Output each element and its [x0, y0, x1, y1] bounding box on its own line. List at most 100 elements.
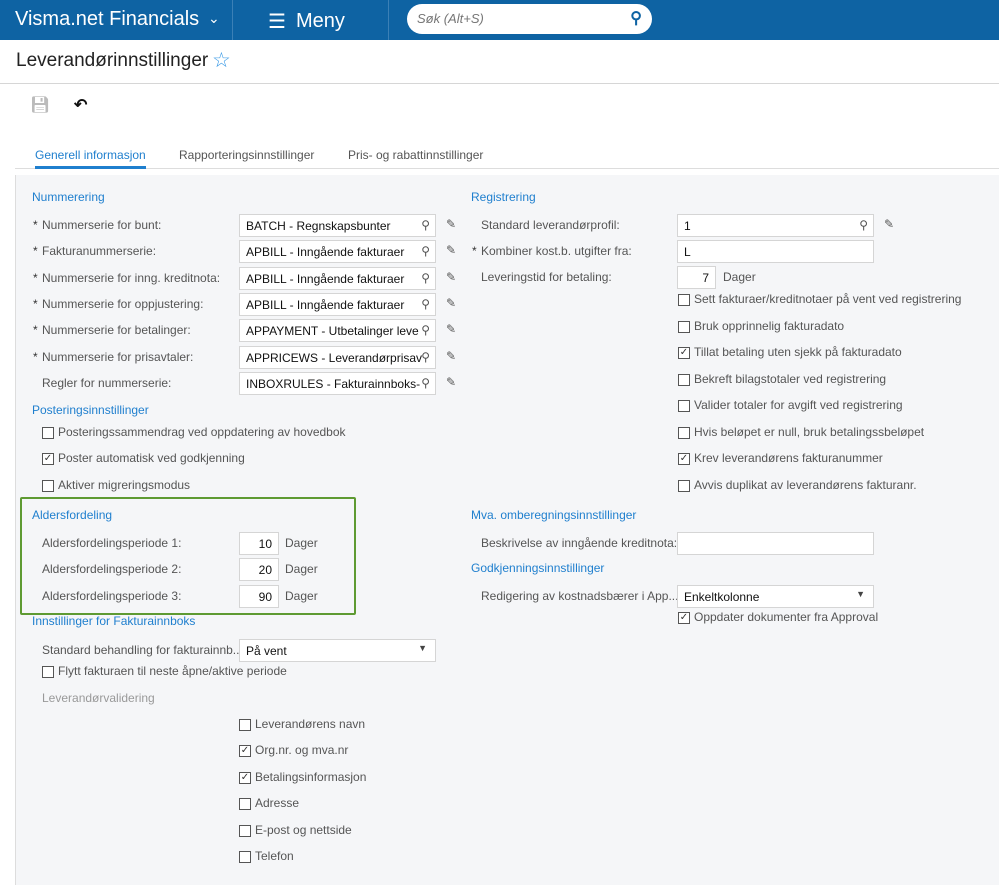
checkbox[interactable]: ✓ — [678, 612, 690, 624]
lookup-search-icon[interactable]: ⚲ — [421, 297, 430, 311]
required-asterisk: * — [33, 350, 38, 364]
checkbox-label: Aktiver migreringsmodus — [58, 478, 191, 492]
field-label: Leveringstid for betaling: — [481, 270, 612, 284]
checkbox-label: Hvis beløpet er null, bruk betalingssbel… — [694, 425, 925, 439]
chevron-down-icon[interactable]: ⌄ — [208, 10, 220, 27]
cost-center-edit-select[interactable]: Enkeltkolonne ▼ — [677, 585, 874, 608]
credit-note-description-input[interactable] — [677, 532, 874, 555]
lookup-search-icon[interactable]: ⚲ — [859, 218, 868, 232]
menu-label: Meny — [295, 10, 345, 32]
edit-pencil-icon[interactable]: ✎ — [446, 296, 456, 310]
divider — [388, 0, 389, 40]
edit-pencil-icon[interactable]: ✎ — [446, 243, 456, 257]
number-series-lookup[interactable]: APPRICEWS - Leverandørprisav ⚲ — [239, 346, 436, 369]
edit-pencil-icon[interactable]: ✎ — [446, 217, 456, 231]
tab-generell-informasjon[interactable]: Generell informasjon — [35, 148, 146, 169]
number-series-lookup[interactable]: APPAYMENT - Utbetalinger leve ⚲ — [239, 319, 436, 342]
field-label: Beskrivelse av inngående kreditnota: — [481, 536, 678, 550]
checkbox-label: Krev leverandørens fakturanummer — [694, 451, 883, 465]
number-series-lookup[interactable]: BATCH - Regnskapsbunter ⚲ — [239, 214, 436, 237]
checkbox[interactable] — [239, 719, 251, 731]
checkbox[interactable] — [42, 427, 54, 439]
checkbox[interactable]: ✓ — [678, 453, 690, 465]
lead-time-input[interactable]: 7 — [677, 266, 716, 289]
save-icon[interactable]: 💾︎ — [30, 95, 50, 115]
checkbox[interactable] — [678, 480, 690, 492]
checkbox-label: Flytt fakturaen til neste åpne/aktive pe… — [58, 664, 287, 678]
number-series-lookup[interactable]: APBILL - Inngående fakturaer ⚲ — [239, 240, 436, 263]
top-bar: Visma.net Financials ⌄ ☰ Meny ⚲ — [0, 0, 999, 40]
checkbox-label: Tillat betaling uten sjekk på fakturadat… — [694, 345, 902, 359]
edit-pencil-icon[interactable]: ✎ — [446, 375, 456, 389]
checkbox[interactable] — [239, 798, 251, 810]
checkbox-label: Bekreft bilagstotaler ved registrering — [694, 372, 887, 386]
search-box: ⚲ — [407, 4, 652, 34]
field-value: 1 — [684, 219, 691, 233]
checkbox[interactable]: ✓ — [239, 772, 251, 784]
field-label: Nummerserie for prisavtaler: — [42, 350, 194, 364]
checkbox[interactable] — [678, 321, 690, 333]
checkbox-label: Oppdater dokumenter fra Approval — [694, 610, 879, 624]
field-value: APBILL - Inngående fakturaer — [246, 298, 405, 312]
divider — [0, 83, 999, 84]
combine-input[interactable]: L — [677, 240, 874, 263]
brand-name[interactable]: Visma.net Financials — [15, 8, 199, 31]
edit-pencil-icon[interactable]: ✎ — [446, 322, 456, 336]
section-registrering: Registrering — [471, 190, 536, 204]
lookup-search-icon[interactable]: ⚲ — [421, 323, 430, 337]
lookup-search-icon[interactable]: ⚲ — [421, 350, 430, 364]
required-asterisk: * — [33, 218, 38, 232]
number-series-lookup[interactable]: APBILL - Inngående fakturaer ⚲ — [239, 293, 436, 316]
vendor-profile-lookup[interactable]: 1 ⚲ — [677, 214, 874, 237]
required-asterisk: * — [472, 244, 477, 258]
checkbox-label: Org.nr. og mva.nr — [255, 743, 349, 757]
edit-pencil-icon[interactable]: ✎ — [446, 349, 456, 363]
field-value: APPAYMENT - Utbetalinger leve — [246, 324, 419, 338]
field-label: Kombiner kost.b. utgifter fra: — [481, 244, 632, 258]
checkbox-label: Adresse — [255, 796, 300, 810]
checkbox[interactable] — [678, 294, 690, 306]
checkbox-label: Posteringssammendrag ved oppdatering av … — [58, 425, 346, 439]
lookup-search-icon[interactable]: ⚲ — [421, 271, 430, 285]
checkbox[interactable] — [42, 480, 54, 492]
favorite-star-icon[interactable]: ☆ — [212, 48, 231, 73]
checkbox[interactable]: ✓ — [42, 453, 54, 465]
checkbox[interactable]: ✓ — [239, 745, 251, 757]
search-icon[interactable]: ⚲ — [630, 8, 642, 28]
page-title: Leverandørinnstillinger — [16, 50, 209, 71]
edit-pencil-icon[interactable]: ✎ — [884, 217, 894, 231]
field-label: Nummerserie for oppjustering: — [42, 297, 204, 311]
lookup-search-icon[interactable]: ⚲ — [421, 376, 430, 390]
menu-button[interactable]: ☰ Meny — [268, 9, 345, 34]
checkbox-label: Betalingsinformasjon — [255, 770, 367, 784]
subsection-label: Leverandørvalidering — [42, 691, 155, 705]
checkbox-label: Leverandørens navn — [255, 717, 366, 731]
field-label: Standard behandling for fakturainnb... — [42, 643, 243, 657]
field-value: På vent — [246, 644, 287, 658]
checkbox-label: Poster automatisk ved godkjenning — [58, 451, 245, 465]
checkbox[interactable] — [678, 427, 690, 439]
tab-pris-og-rabattinnstillinger[interactable]: Pris- og rabattinnstillinger — [348, 148, 483, 162]
section-posteringsinnstillinger: Posteringsinnstillinger — [32, 403, 149, 417]
checkbox[interactable] — [678, 374, 690, 386]
checkbox[interactable] — [678, 400, 690, 412]
dropdown-arrow-icon[interactable]: ▼ — [418, 643, 427, 653]
undo-icon[interactable]: ↶ — [74, 95, 87, 115]
tab-rapporteringsinnstillinger[interactable]: Rapporteringsinnstillinger — [179, 148, 314, 162]
checkbox[interactable] — [239, 851, 251, 863]
number-series-lookup[interactable]: APBILL - Inngående fakturaer ⚲ — [239, 267, 436, 290]
field-value: Enkeltkolonne — [684, 590, 760, 604]
default-handling-select[interactable]: På vent ▼ — [239, 639, 436, 662]
dropdown-arrow-icon[interactable]: ▼ — [856, 589, 865, 599]
required-asterisk: * — [33, 271, 38, 285]
field-value: APBILL - Inngående fakturaer — [246, 245, 405, 259]
lookup-search-icon[interactable]: ⚲ — [421, 244, 430, 258]
lookup-search-icon[interactable]: ⚲ — [421, 218, 430, 232]
number-series-lookup[interactable]: INBOXRULES - Fakturainnboks- ⚲ — [239, 372, 436, 395]
checkbox[interactable] — [239, 825, 251, 837]
divider — [232, 0, 233, 40]
checkbox[interactable]: ✓ — [678, 347, 690, 359]
edit-pencil-icon[interactable]: ✎ — [446, 270, 456, 284]
checkbox[interactable] — [42, 666, 54, 678]
search-input[interactable] — [415, 10, 615, 27]
